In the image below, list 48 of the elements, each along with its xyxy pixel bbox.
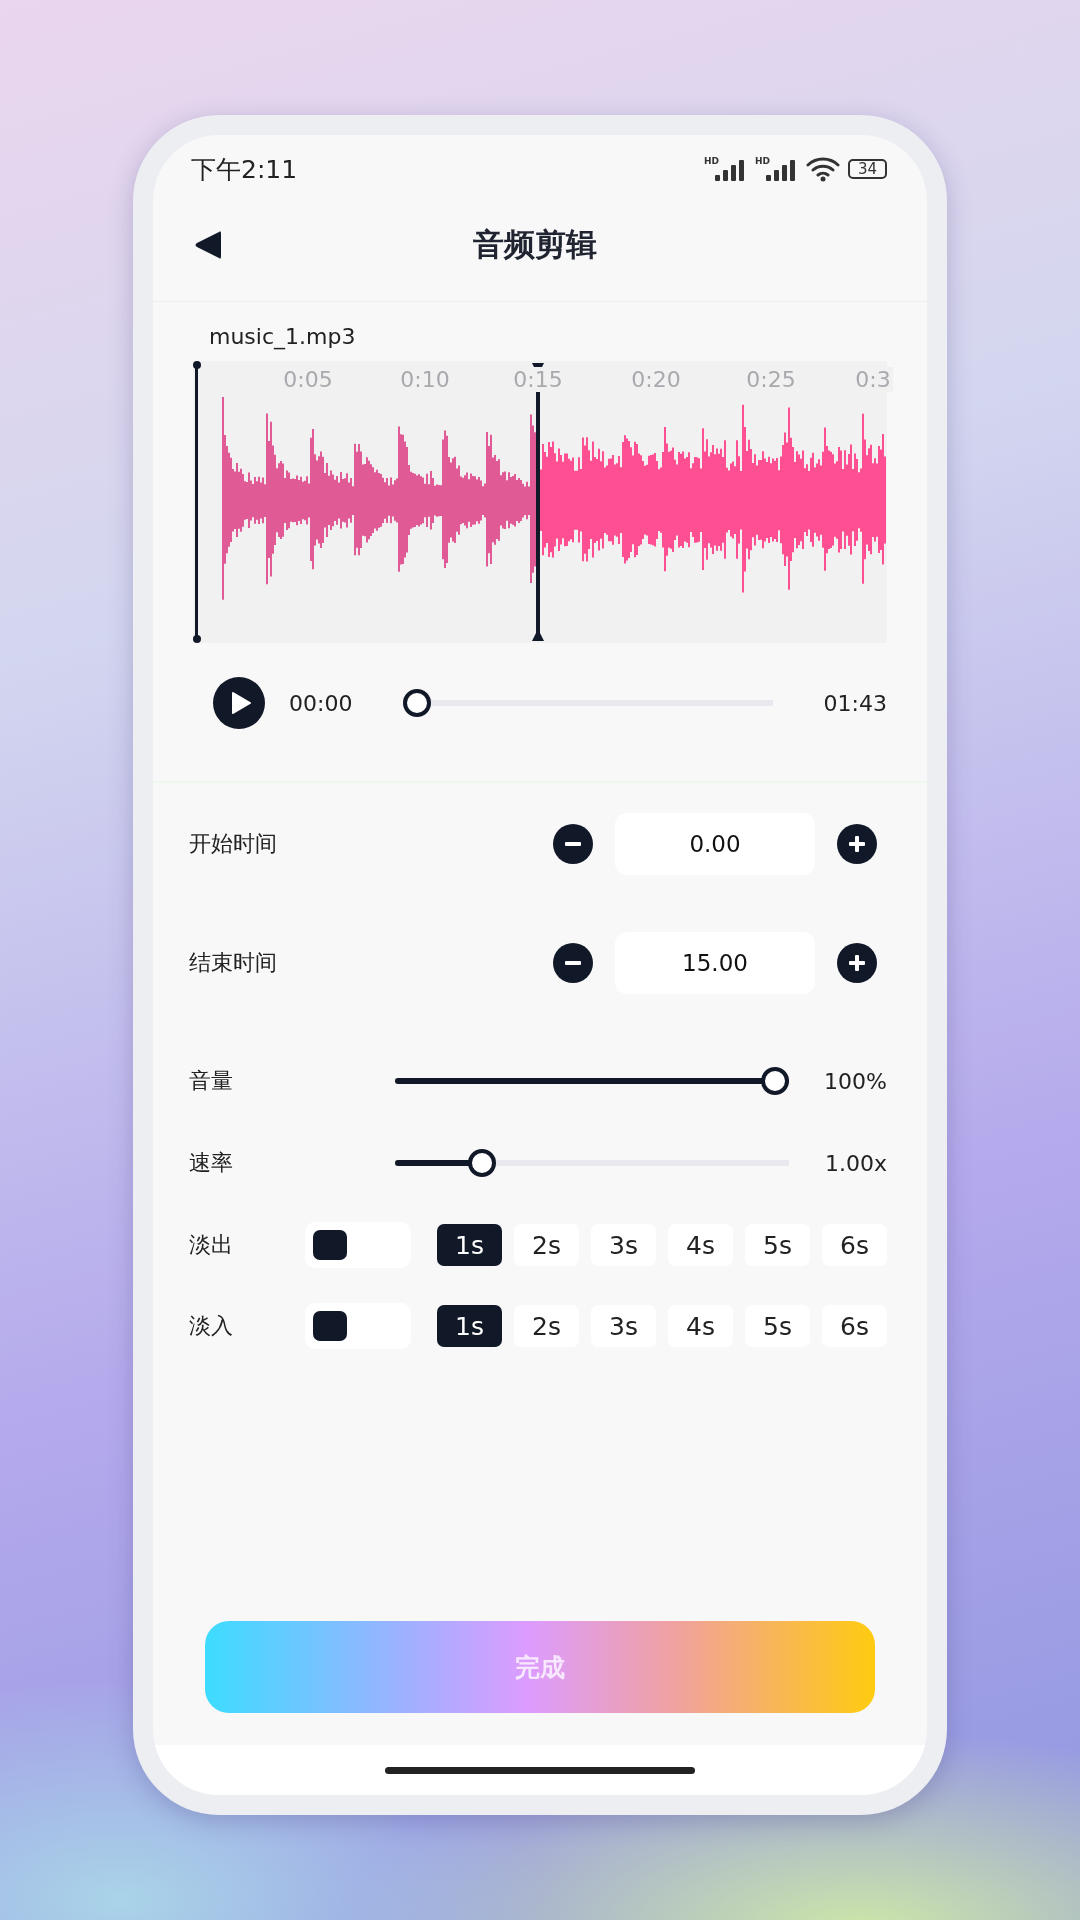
decrease-button[interactable] — [553, 824, 593, 864]
file-name: music_1.mp3 — [208, 323, 357, 349]
fade-label: 淡出 — [189, 1231, 234, 1259]
progress-thumb[interactable] — [403, 689, 431, 717]
plus-icon — [849, 955, 865, 971]
plus-icon — [849, 836, 865, 852]
toggle-switch[interactable] — [305, 1222, 411, 1268]
duration-option[interactable]: 5s — [745, 1224, 810, 1266]
duration-option[interactable]: 1s — [437, 1224, 502, 1266]
increase-button[interactable] — [837, 824, 877, 864]
toggle-switch[interactable] — [305, 1303, 411, 1349]
battery-icon: 34 — [847, 159, 887, 179]
duration-option[interactable]: 6s — [822, 1224, 887, 1266]
number-field[interactable]: 0.00 — [615, 813, 815, 875]
slider-thumb[interactable] — [468, 1149, 497, 1177]
wifi-icon — [805, 156, 840, 182]
field-label: 开始时间 — [189, 830, 278, 858]
duration-option[interactable]: 2s — [514, 1224, 579, 1266]
duration-option[interactable]: 2s — [514, 1305, 579, 1347]
total-time: 01:43 — [822, 690, 887, 716]
minus-icon — [565, 961, 581, 965]
page-title: 音频剪辑 — [472, 225, 598, 264]
slider-reading: 1.00x — [824, 1150, 887, 1176]
play-icon — [230, 691, 252, 715]
duration-option[interactable]: 3s — [591, 1305, 656, 1347]
field-label: 结束时间 — [189, 949, 278, 977]
home-indicator[interactable] — [385, 1766, 695, 1774]
decrease-button[interactable] — [553, 943, 593, 983]
minus-icon — [565, 842, 581, 846]
network-type-label: HD — [754, 157, 770, 166]
duration-option[interactable]: 4s — [668, 1224, 733, 1266]
play-button[interactable] — [213, 677, 265, 729]
fade-label: 淡入 — [189, 1312, 234, 1340]
duration-option[interactable]: 5s — [745, 1305, 810, 1347]
trim-handle[interactable] — [193, 361, 201, 643]
duration-option[interactable]: 3s — [591, 1224, 656, 1266]
slider-thumb[interactable] — [761, 1067, 789, 1095]
current-time: 00:00 — [289, 690, 354, 716]
slider-label: 速率 — [189, 1149, 234, 1177]
slider-label: 音量 — [189, 1067, 234, 1095]
increase-button[interactable] — [837, 943, 877, 983]
number-field[interactable]: 15.00 — [615, 932, 815, 994]
duration-option[interactable]: 1s — [437, 1305, 502, 1347]
duration-option[interactable]: 6s — [822, 1305, 887, 1347]
duration-option[interactable]: 4s — [668, 1305, 733, 1347]
network-type-label: HD — [703, 157, 719, 166]
status-time: 下午2:11 — [191, 153, 298, 186]
slider-reading: 100% — [823, 1068, 887, 1094]
